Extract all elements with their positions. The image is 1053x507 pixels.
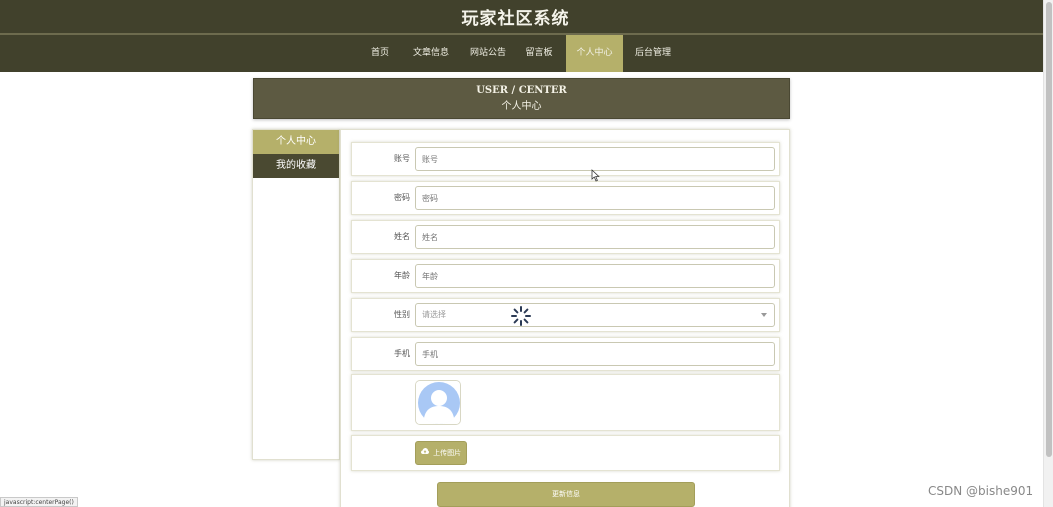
nav-item-articles[interactable]: 文章信息 — [405, 35, 457, 72]
update-info-button[interactable]: 更新信息 — [437, 482, 695, 507]
nav-item-announcements[interactable]: 网站公告 — [462, 35, 514, 72]
page-banner: USER / CENTER 个人中心 — [253, 78, 790, 119]
upload-button-label: 上传图片 — [433, 449, 462, 457]
nav-item-admin[interactable]: 后台管理 — [627, 35, 679, 72]
banner-title-en: USER / CENTER — [476, 85, 567, 96]
field-label-account: 账号 — [394, 154, 410, 163]
phone-input[interactable] — [415, 342, 775, 366]
form-row-avatar — [351, 374, 780, 431]
nav-item-message-board[interactable]: 留言板 — [518, 35, 560, 72]
field-label-name: 姓名 — [394, 232, 410, 241]
age-input[interactable] — [415, 264, 775, 288]
loading-spinner-icon — [510, 305, 532, 327]
status-bar-url: javascript:centerPage() — [0, 497, 78, 507]
gender-select[interactable]: 请选择 — [415, 303, 775, 327]
gender-select-value: 请选择 — [422, 310, 446, 319]
form-row-upload: 上传图片 — [351, 435, 780, 471]
sidebar-item-favorites[interactable]: 我的收藏 — [253, 154, 339, 178]
nav-item-user-center[interactable]: 个人中心 — [566, 35, 623, 72]
header: 玩家社区系统 首页 文章信息 网站公告 留言板 个人中心 后台管理 — [0, 0, 1043, 72]
form-row-account: 账号 — [351, 142, 780, 176]
banner-title-cn: 个人中心 — [501, 101, 542, 112]
form-row-name: 姓名 — [351, 220, 780, 254]
profile-form-panel: 账号 密码 姓名 年龄 性别 请选择 手机 — [340, 129, 790, 507]
sidebar: 个人中心 我的收藏 — [252, 129, 340, 460]
site-title: 玩家社区系统 — [461, 9, 570, 29]
form-row-gender: 性别 请选择 — [351, 298, 780, 332]
nav-item-home[interactable]: 首页 — [361, 35, 399, 72]
upload-image-button[interactable]: 上传图片 — [415, 441, 467, 465]
sidebar-item-user-center[interactable]: 个人中心 — [253, 130, 339, 154]
page: 玩家社区系统 首页 文章信息 网站公告 留言板 个人中心 后台管理 USER /… — [0, 0, 1053, 507]
cloud-upload-icon — [420, 442, 429, 464]
field-label-password: 密码 — [394, 193, 410, 202]
chevron-down-icon — [761, 313, 767, 317]
field-label-phone: 手机 — [394, 349, 410, 358]
form-row-password: 密码 — [351, 181, 780, 215]
name-input[interactable] — [415, 225, 775, 249]
user-avatar-icon[interactable] — [415, 380, 461, 425]
field-label-age: 年龄 — [394, 271, 410, 280]
password-input[interactable] — [415, 186, 775, 210]
main-nav: 首页 文章信息 网站公告 留言板 个人中心 后台管理 — [0, 35, 1043, 72]
vertical-scrollbar[interactable] — [1043, 0, 1053, 507]
mouse-pointer-icon — [591, 167, 600, 182]
field-label-gender: 性别 — [394, 310, 410, 319]
form-row-phone: 手机 — [351, 337, 780, 371]
form-row-age: 年龄 — [351, 259, 780, 293]
scrollbar-thumb[interactable] — [1046, 2, 1052, 457]
watermark: CSDN @bishe901 — [928, 484, 1034, 498]
